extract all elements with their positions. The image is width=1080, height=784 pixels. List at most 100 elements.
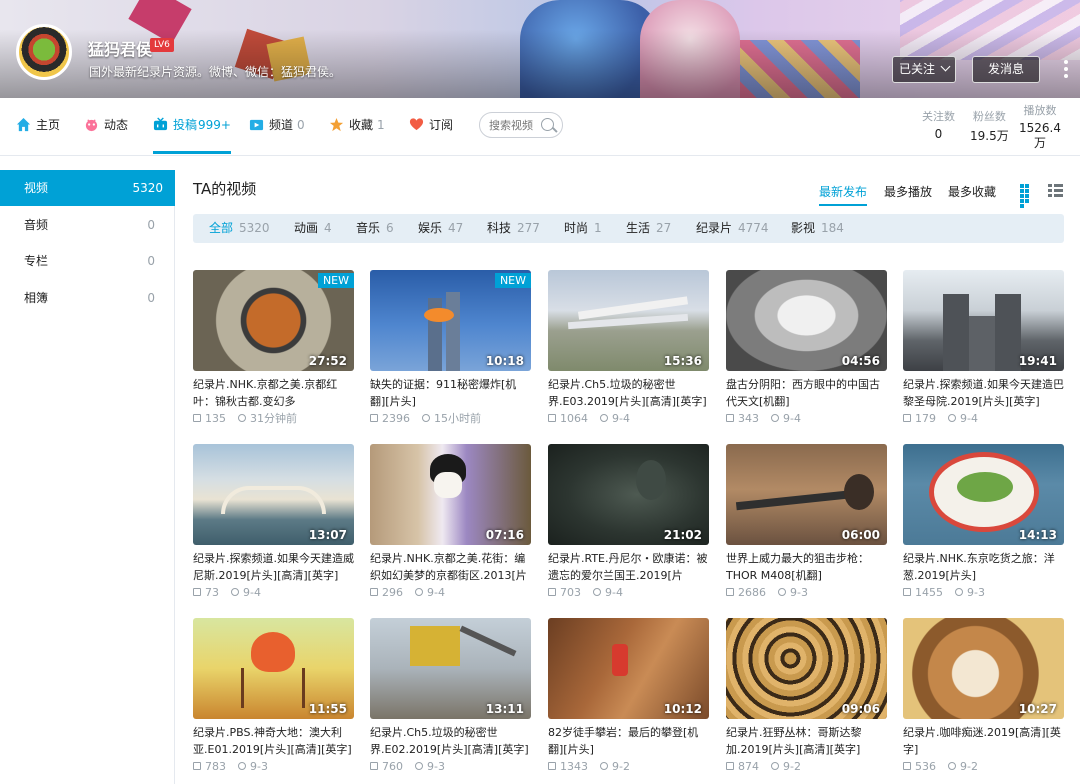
video-title[interactable]: 缺失的证据：911秘密爆炸[机翻][片头] — [370, 376, 531, 410]
video-thumbnail[interactable]: 13:07 — [193, 444, 354, 545]
video-card[interactable]: 21:02 纪录片.RTE.丹尼尔・欧康诺：被遗忘的爱尔兰国王.2019[片 7… — [548, 444, 709, 600]
sidebar-item-album[interactable]: 相簿 0 — [0, 280, 175, 316]
search-icon[interactable] — [541, 118, 554, 131]
clock-icon — [415, 588, 423, 596]
clock-icon — [600, 762, 608, 770]
video-title[interactable]: 纪录片.探索频道.如果今天建造威尼斯.2019[片头][高清][英字] — [193, 550, 354, 584]
username[interactable]: 猛犸君侯 — [88, 36, 152, 60]
video-title[interactable]: 纪录片.NHK.东京吃货之旅：洋葱.2019[片头] — [903, 550, 1064, 584]
video-title[interactable]: 82岁徒手攀岩：最后的攀登[机翻][片头] — [548, 724, 709, 758]
video-title[interactable]: 纪录片.PBS.神奇大地：澳大利亚.E01.2019[片头][高清][英字] — [193, 724, 354, 758]
video-title[interactable]: 纪录片.狂野丛林：哥斯达黎加.2019[片头][高清][英字] — [726, 724, 887, 758]
filter-animation[interactable]: 动画 4 — [294, 214, 332, 243]
search-input[interactable] — [489, 113, 549, 137]
video-thumbnail[interactable]: 15:36 — [548, 270, 709, 371]
stat-following[interactable]: 关注数 0 — [922, 108, 955, 141]
video-card[interactable]: 06:00 世界上威力最大的狙击步枪：THOR M408[机翻] 2686 9-3 — [726, 444, 887, 600]
filter-all[interactable]: 全部 5320 — [209, 214, 270, 243]
tab-channels[interactable]: 频道 0 — [249, 98, 305, 156]
video-thumbnail[interactable]: 19:41 — [903, 270, 1064, 371]
filter-tech[interactable]: 科技 277 — [487, 214, 540, 243]
video-thumbnail[interactable]: 04:56 — [726, 270, 887, 371]
video-card[interactable]: 14:13 纪录片.NHK.东京吃货之旅：洋葱.2019[片头] 1455 9-3 — [903, 444, 1064, 600]
video-title[interactable]: 纪录片.NHK.京都之美.京都红叶：锦秋古都.变幻多 — [193, 376, 354, 410]
sidebar-item-video[interactable]: 视频 5320 — [0, 170, 175, 206]
video-thumbnail[interactable]: 13:11 — [370, 618, 531, 719]
video-thumbnail[interactable]: 11:55 — [193, 618, 354, 719]
video-duration: 10:12 — [663, 702, 702, 716]
clock-icon — [238, 414, 246, 422]
avatar[interactable] — [16, 24, 72, 80]
video-card[interactable]: 07:16 纪录片.NHK.京都之美.花街：编织如幻美梦的京都街区.2013[片… — [370, 444, 531, 600]
video-thumbnail[interactable]: 09:06 — [726, 618, 887, 719]
stat-fans[interactable]: 粉丝数 19.5万 — [970, 108, 1009, 144]
sidebar-item-count: 0 — [147, 218, 155, 232]
video-thumbnail[interactable]: 21:02 — [548, 444, 709, 545]
video-card[interactable]: 19:41 纪录片.探索频道.如果今天建造巴黎圣母院.2019[片头][英字] … — [903, 270, 1064, 426]
filter-entertainment[interactable]: 娱乐 47 — [418, 214, 463, 243]
video-card[interactable]: 09:06 纪录片.狂野丛林：哥斯达黎加.2019[片头][高清][英字] 87… — [726, 618, 887, 774]
upload-time: 9-4 — [243, 586, 261, 599]
video-thumbnail[interactable]: 14:13 — [903, 444, 1064, 545]
video-thumbnail[interactable]: NEW 10:18 — [370, 270, 531, 371]
video-thumbnail[interactable]: 06:00 — [726, 444, 887, 545]
play-count: 2396 — [382, 412, 410, 425]
video-card[interactable]: NEW 10:18 缺失的证据：911秘密爆炸[机翻][片头] 2396 15小时… — [370, 270, 531, 426]
sort-most-played[interactable]: 最多播放 — [884, 183, 932, 200]
play-count: 703 — [560, 586, 581, 599]
upload-time: 9-2 — [960, 760, 978, 773]
play-count-icon — [193, 414, 201, 422]
video-thumbnail[interactable]: 10:12 — [548, 618, 709, 719]
stat-value: 19.5万 — [970, 129, 1009, 143]
clock-icon — [771, 762, 779, 770]
video-card[interactable]: 15:36 纪录片.Ch5.垃圾的秘密世界.E03.2019[片头][高清][英… — [548, 270, 709, 426]
filter-fashion[interactable]: 时尚 1 — [564, 214, 602, 243]
video-card[interactable]: 10:27 纪录片.咖啡痴迷.2019[高清][英字] 536 9-2 — [903, 618, 1064, 774]
video-title[interactable]: 纪录片.探索频道.如果今天建造巴黎圣母院.2019[片头][英字] — [903, 376, 1064, 410]
video-card[interactable]: 13:07 纪录片.探索频道.如果今天建造威尼斯.2019[片头][高清][英字… — [193, 444, 354, 600]
upload-time: 9-3 — [790, 586, 808, 599]
tab-favorites[interactable]: 收藏 1 — [329, 98, 385, 156]
sidebar-item-column[interactable]: 专栏 0 — [0, 243, 175, 279]
filter-documentary[interactable]: 纪录片 4774 — [696, 214, 769, 243]
filter-life[interactable]: 生活 27 — [626, 214, 671, 243]
video-title[interactable]: 纪录片.咖啡痴迷.2019[高清][英字] — [903, 724, 1064, 758]
follow-button[interactable]: 已关注 — [892, 56, 956, 83]
video-title[interactable]: 世界上威力最大的狙击步枪：THOR M408[机翻] — [726, 550, 887, 584]
sidebar-item-audio[interactable]: 音频 0 — [0, 207, 175, 243]
filter-count: 184 — [821, 221, 844, 235]
list-view-icon[interactable] — [1048, 184, 1063, 198]
video-card[interactable]: 10:12 82岁徒手攀岩：最后的攀登[机翻][片头] 1343 9-2 — [548, 618, 709, 774]
sort-latest[interactable]: 最新发布 — [819, 183, 868, 206]
message-button[interactable]: 发消息 — [972, 56, 1040, 83]
filter-label: 音乐 — [356, 221, 381, 235]
video-title[interactable]: 纪录片.Ch5.垃圾的秘密世界.E03.2019[片头][高清][英字] — [548, 376, 709, 410]
sort-most-favorited[interactable]: 最多收藏 — [948, 183, 996, 200]
grid-view-icon[interactable] — [1020, 184, 1034, 208]
filter-count: 47 — [448, 221, 464, 235]
video-card[interactable]: 11:55 纪录片.PBS.神奇大地：澳大利亚.E01.2019[片头][高清]… — [193, 618, 354, 774]
video-card[interactable]: 13:11 纪录片.Ch5.垃圾的秘密世界.E02.2019[片头][高清][英… — [370, 618, 531, 774]
video-title[interactable]: 盘古分阴阳：西方眼中的中国古代天文[机翻] — [726, 376, 887, 410]
video-title[interactable]: 纪录片.Ch5.垃圾的秘密世界.E02.2019[片头][高清][英字] — [370, 724, 531, 758]
filter-music[interactable]: 音乐 6 — [356, 214, 394, 243]
video-thumbnail[interactable]: 07:16 — [370, 444, 531, 545]
clock-icon — [415, 762, 423, 770]
play-count: 1064 — [560, 412, 588, 425]
video-thumbnail[interactable]: NEW 27:52 — [193, 270, 354, 371]
tab-dynamic[interactable]: 动态 — [84, 98, 128, 156]
upload-time: 9-3 — [967, 586, 985, 599]
tab-subscriptions[interactable]: 订阅 — [409, 98, 453, 156]
video-title[interactable]: 纪录片.NHK.京都之美.花街：编织如幻美梦的京都街区.2013[片 — [370, 550, 531, 584]
more-options-icon[interactable] — [1064, 60, 1068, 80]
tab-home[interactable]: 主页 — [16, 98, 60, 156]
video-card[interactable]: 04:56 盘古分阴阳：西方眼中的中国古代天文[机翻] 343 9-4 — [726, 270, 887, 426]
tab-videos[interactable]: 投稿999+ — [153, 98, 231, 156]
video-thumbnail[interactable]: 10:27 — [903, 618, 1064, 719]
star-icon — [329, 117, 344, 132]
video-title[interactable]: 纪录片.RTE.丹尼尔・欧康诺：被遗忘的爱尔兰国王.2019[片 — [548, 550, 709, 584]
play-count: 1343 — [560, 760, 588, 773]
filter-film[interactable]: 影视 184 — [791, 214, 844, 243]
video-card[interactable]: NEW 27:52 纪录片.NHK.京都之美.京都红叶：锦秋古都.变幻多 135… — [193, 270, 354, 426]
play-count: 73 — [205, 586, 219, 599]
